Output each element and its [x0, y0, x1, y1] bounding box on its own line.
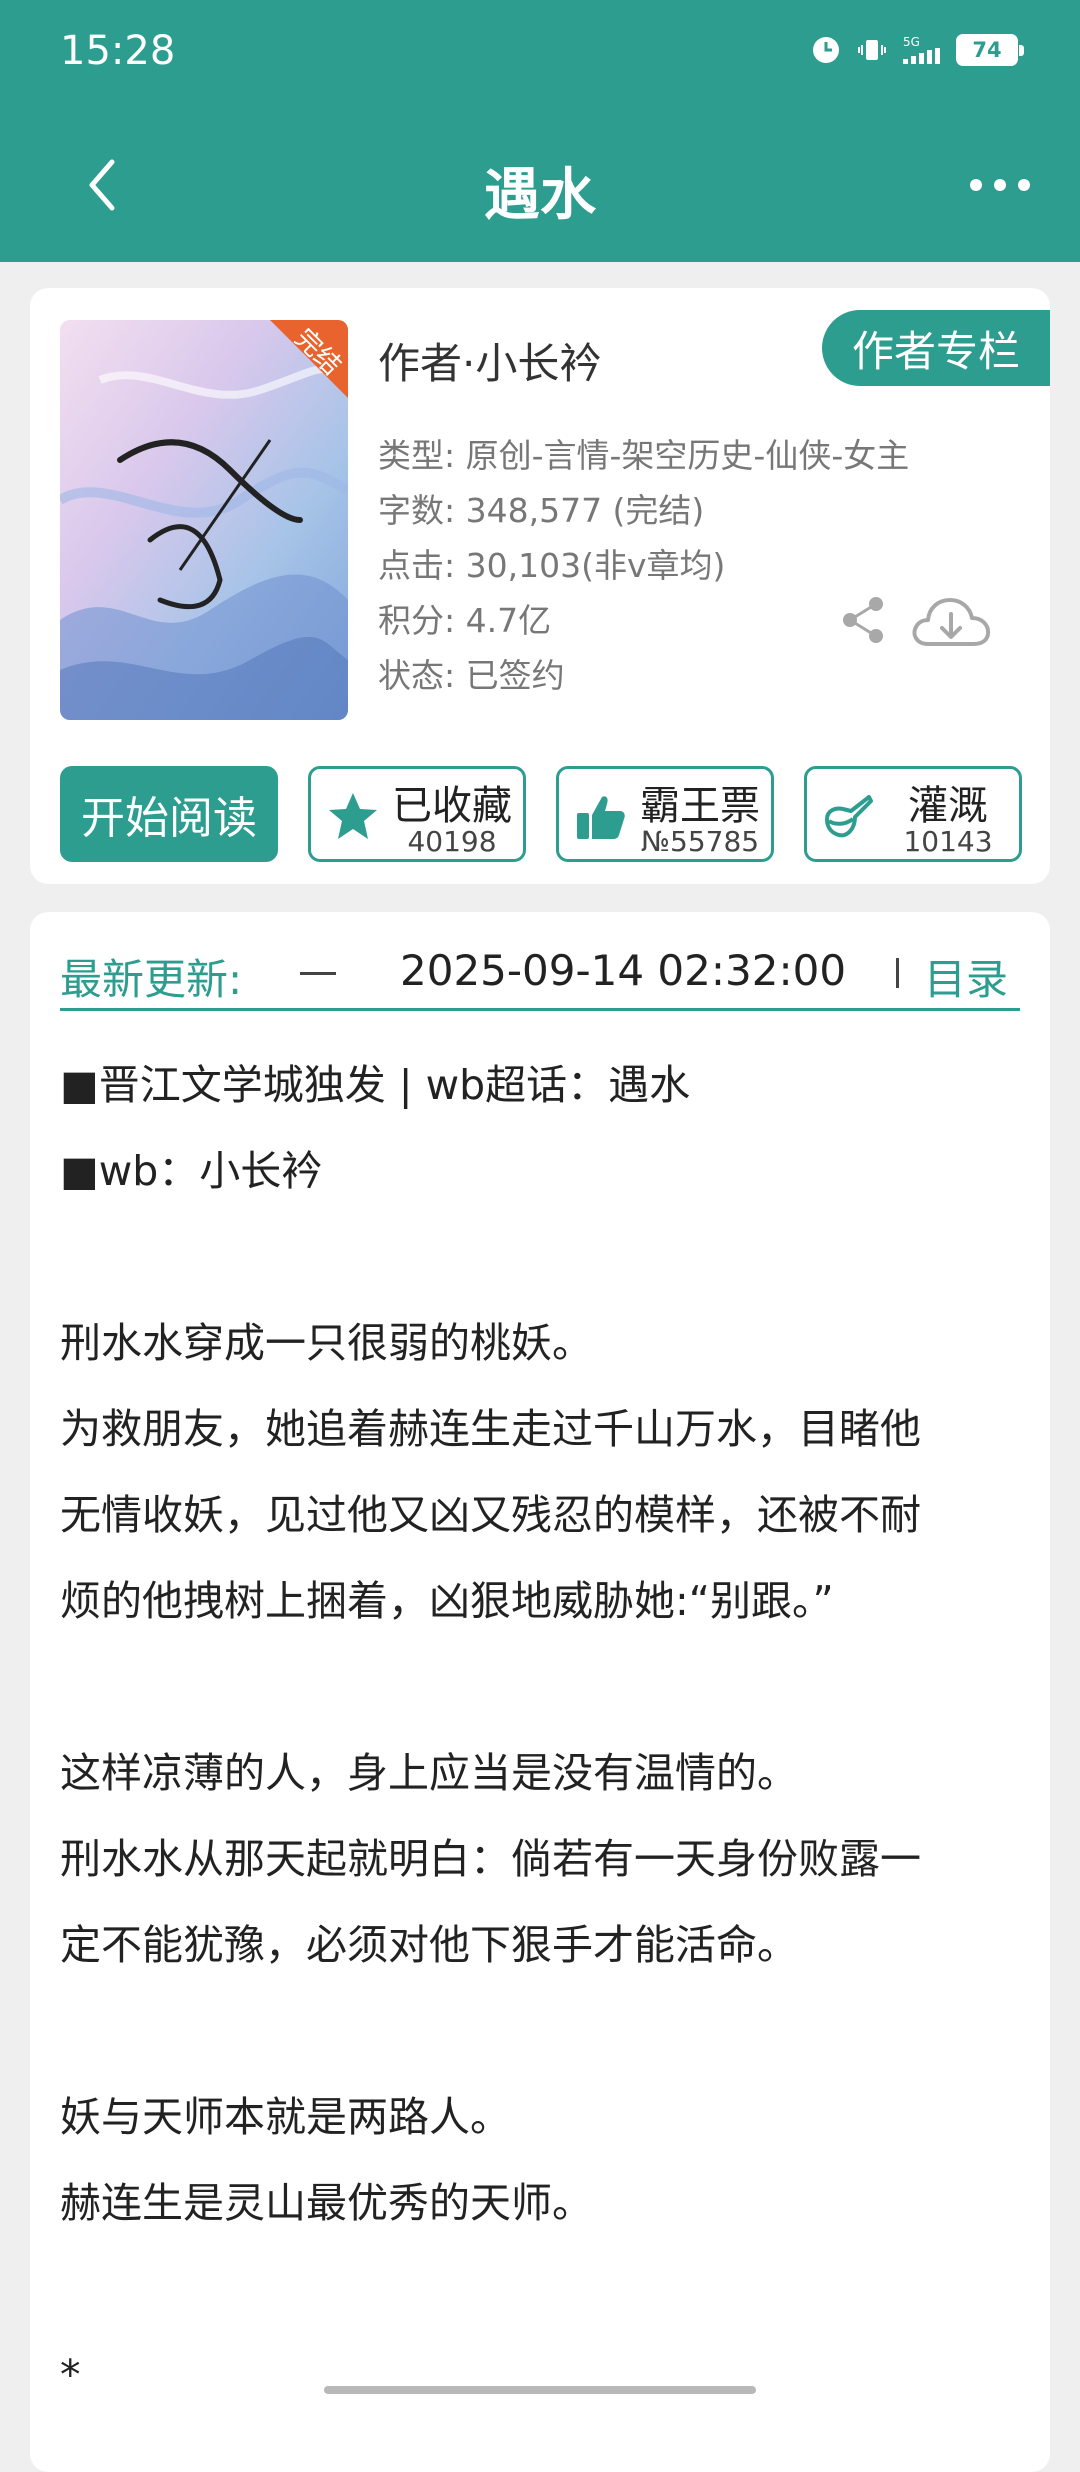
intro-card: 最新更新: 2025-09-14 02:32:00 目录 ■晋江文学城独发 | … [30, 912, 1050, 2472]
water-button[interactable]: 灌溉 10143 [804, 766, 1022, 862]
status-time: 15:28 [60, 28, 176, 74]
vote-label: 霸王票 [640, 783, 760, 829]
intro-line: ■晋江文学城独发 | wb超话：遇水 [60, 1061, 691, 1109]
intro-line: 妖与天师本就是两路人。 [60, 2093, 511, 2141]
network-type: 5G [903, 35, 920, 49]
alarm-icon [813, 37, 839, 63]
favorite-button[interactable]: 已收藏 40198 [308, 766, 526, 862]
intro-line: 定不能犹豫，必须对他下狠手才能活命。 [60, 1921, 798, 1969]
intro-line: 赫连生是灵山最优秀的天师。 [60, 2179, 593, 2227]
intro-line: 烦的他拽树上捆着，凶狠地威胁她:“别跟。” [60, 1577, 834, 1625]
intro-line: 刑水水穿成一只很弱的桃妖。 [60, 1319, 593, 1367]
book-meta: 类型: 原创-言情-架空历史-仙侠-女主 字数: 348,577 (完结) 点击… [378, 428, 909, 703]
cover-art: 完结 [60, 320, 348, 720]
vote-button[interactable]: 霸王票 №55785 [556, 766, 774, 862]
intro-line: 无情收妖，见过他又凶又残忍的模样，还被不耐 [60, 1491, 921, 1539]
table-of-contents-link[interactable]: 目录 [924, 946, 1008, 1007]
page-title: 遇水 [484, 163, 596, 228]
update-divider [896, 958, 899, 988]
intro-line: * [60, 2351, 81, 2399]
watering-can-icon [825, 795, 873, 838]
water-count: 10143 [903, 825, 993, 858]
meta-points: 积分: 4.7亿 [378, 601, 552, 640]
star-icon [329, 793, 377, 839]
water-label: 灌溉 [908, 783, 988, 829]
latest-update-row[interactable]: 最新更新: 2025-09-14 02:32:00 目录 [60, 936, 1020, 1011]
author-column-button[interactable]: 作者专栏 [822, 310, 1050, 386]
signal-icon [903, 48, 940, 64]
meta-word-count: 字数: 348,577 (完结) [378, 491, 705, 530]
book-intro: ■晋江文学城独发 | wb超话：遇水 ■wb：小长衿 刑水水穿成一只很弱的桃妖。… [60, 1042, 1020, 2418]
latest-update-label: 最新更新: [60, 955, 243, 1004]
battery-icon: 74 [956, 34, 1024, 66]
intro-line [60, 1214, 1020, 1300]
meta-status: 状态: 已签约 [378, 656, 565, 695]
meta-clicks: 点击: 30,103(非v章均) [378, 546, 726, 585]
app-header: 15:28 5G 74 遇水 [0, 0, 1080, 262]
vote-count: №55785 [640, 825, 760, 858]
battery-level: 74 [972, 38, 1002, 62]
favorite-count: 40198 [407, 825, 497, 858]
network-indicator: 5G [903, 36, 940, 64]
book-cover[interactable]: 完结 [60, 320, 348, 720]
intro-line: 刑水水从那天起就明白：倘若有一天身份败露一 [60, 1835, 921, 1883]
latest-update-time: 2025-09-14 02:32:00 [400, 946, 847, 995]
vibrate-icon [858, 40, 886, 60]
intro-line: 这样凉薄的人，身上应当是没有温情的。 [60, 1749, 798, 1797]
intro-line: 为救朋友，她追着赫连生走过千山万水，目睹他 [60, 1405, 921, 1453]
meta-genre: 类型: 原创-言情-架空历史-仙侠-女主 [378, 436, 910, 475]
more-icon[interactable] [970, 168, 1030, 202]
share-icon[interactable] [838, 594, 890, 646]
start-reading-button[interactable]: 开始阅读 [60, 766, 278, 862]
home-indicator[interactable] [324, 2386, 756, 2394]
intro-line: ■wb：小长衿 [60, 1147, 323, 1195]
update-dash [300, 972, 336, 975]
cloud-download-icon[interactable] [910, 594, 992, 650]
author-name[interactable]: 作者·小长衿 [378, 330, 601, 391]
intro-line [60, 1988, 1020, 2074]
status-icons: 5G 74 [811, 34, 1024, 66]
favorite-label: 已收藏 [392, 783, 512, 829]
thumbs-up-icon [577, 796, 625, 839]
intro-line [60, 2246, 1020, 2332]
intro-line [60, 1644, 1020, 1730]
book-info-card: 完结 作者·小长衿 作者专栏 类型: 原创-言情-架空历史-仙侠-女主 字数: … [30, 288, 1050, 884]
